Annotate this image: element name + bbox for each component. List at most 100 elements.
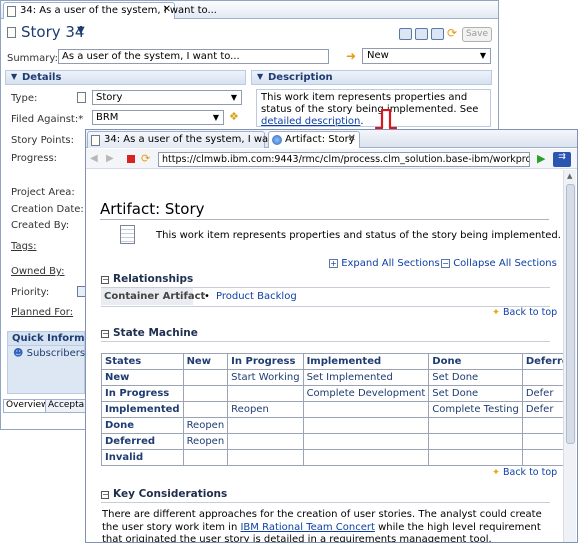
back-to-top-label: Back to top (503, 307, 558, 318)
artifact-page-content: Artifact: Story This work item represent… (86, 170, 563, 542)
key-considerations-title: Key Considerations (113, 488, 228, 500)
stop-icon[interactable] (127, 155, 135, 163)
empty-cell (182, 449, 229, 466)
collapse-toggle-icon[interactable]: − (101, 276, 109, 284)
column-header: States (101, 353, 184, 370)
back-arrow-icon[interactable]: ◀ (90, 153, 98, 164)
empty-cell (302, 433, 430, 450)
collapse-triangle-icon[interactable]: ▼ (11, 72, 17, 81)
collapse-icon: − (441, 259, 450, 268)
editor-tab-label: 34: As a user of the system, I want to..… (20, 5, 217, 16)
state-row-header: New (101, 369, 184, 386)
state-machine-header[interactable]: − State Machine (101, 327, 198, 339)
owned-by-label[interactable]: Owned By: (11, 266, 65, 277)
collapse-all-link[interactable]: − Collapse All Sections (441, 258, 557, 269)
empty-cell (227, 417, 304, 434)
table-header-row: States New In Progress Implemented Done Defer… (101, 353, 563, 370)
table-row: DeferredReopenReject (101, 433, 563, 450)
close-icon[interactable]: ✕ (163, 4, 171, 15)
refresh-icon[interactable]: ⟳ (447, 26, 457, 40)
empty-cell (227, 433, 304, 450)
creation-date-label: Creation Date: (11, 204, 84, 215)
tab-artifact-story[interactable]: Artifact: Story ✕ (268, 131, 360, 148)
empty-cell (428, 449, 523, 466)
editor-tab-story-34[interactable]: 34: As a user of the system, I want to..… (3, 2, 217, 19)
collapse-toggle-icon[interactable]: − (101, 491, 109, 499)
editor-tab-bar: 34: As a user of the system, I want to..… (1, 1, 498, 19)
empty-cell (227, 449, 304, 466)
chevron-down-icon[interactable]: ▼ (228, 92, 240, 104)
collapse-toggle-icon[interactable]: − (101, 330, 109, 338)
pin-icon: ✦ (492, 307, 500, 318)
collapse-triangle-icon[interactable]: ▼ (257, 72, 263, 81)
back-to-top-link[interactable]: ✦ Back to top (492, 467, 557, 478)
title-divider (100, 219, 549, 220)
refresh-icon[interactable]: ⟳ (141, 152, 150, 165)
subscribe-icon[interactable] (415, 28, 428, 40)
details-section-header[interactable]: ▼ Details (5, 70, 246, 85)
tab-artifact-label: Artifact: Story (285, 134, 355, 145)
forward-arrow-icon[interactable]: ▶ (106, 153, 114, 164)
relationships-header[interactable]: − Relationships (101, 273, 193, 285)
browser-toolbar: ◀ ▶ ⟳ https://clmwb.ibm.com:9443/rmc/clm… (86, 149, 577, 169)
state-select[interactable]: New ▼ (362, 48, 491, 64)
key-considerations-text: There are different approaches for the c… (102, 509, 554, 542)
chevron-down-icon[interactable]: ▼ (477, 50, 489, 62)
tab-work-item-34[interactable]: 34: As a user of the system, I want to..… (87, 131, 301, 148)
chevron-down-icon[interactable]: ▼ (77, 25, 85, 36)
priority-label: Priority: (11, 287, 50, 298)
state-row-header: Done (101, 417, 184, 434)
history-icon[interactable] (399, 28, 412, 40)
table-body: New Start WorkingSet ImplementedSet Done R… (101, 369, 563, 466)
table-row: ImplementedReopenComplete TestingDeferRe… (101, 401, 563, 418)
external-browser-icon[interactable]: ⇉ (553, 152, 571, 167)
column-header: New (182, 353, 229, 370)
key-considerations-header[interactable]: − Key Considerations (101, 488, 227, 500)
table-row: In Progress Complete Development Set Done D… (101, 385, 563, 402)
transition-cell: Set Done (428, 369, 523, 386)
transition-cell: Set Implemented (302, 369, 430, 386)
created-by-label: Created By: (11, 220, 70, 231)
detailed-description-link[interactable]: detailed description (261, 116, 360, 127)
category-icon[interactable]: ❖ (229, 110, 239, 123)
expand-all-link[interactable]: + Expand All Sections (329, 258, 440, 269)
empty-cell (302, 401, 430, 418)
state-machine-title: State Machine (113, 327, 198, 339)
state-transition-arrow-icon: ➜ (346, 49, 357, 63)
browser-tab-bar: 34: As a user of the system, I want to..… (86, 130, 577, 148)
rational-team-concert-link[interactable]: IBM Rational Team Concert (240, 522, 374, 533)
users-icon: ☻ (13, 348, 24, 359)
filed-against-select[interactable]: BRM ▼ (92, 110, 224, 125)
state-select-value: New (367, 50, 389, 61)
section-divider (101, 341, 550, 342)
scroll-up-icon[interactable]: ▲ (567, 172, 572, 180)
empty-cell (302, 449, 430, 466)
quick-information-header[interactable]: Quick Information (7, 331, 85, 346)
summary-input[interactable]: As a user of the system, I want to... (58, 49, 329, 64)
scrollbar-thumb[interactable] (566, 184, 575, 444)
transition-cell: Complete Development (302, 385, 430, 402)
attach-icon[interactable] (431, 28, 444, 40)
description-body: This work item represents properties and… (261, 92, 479, 115)
chevron-down-icon[interactable]: ▼ (210, 112, 222, 124)
vertical-scrollbar[interactable]: ▲ (563, 170, 576, 542)
column-header: Deferred (521, 353, 563, 370)
editor-bottom-tabs: Overview Acceptan (3, 399, 93, 413)
description-section-header[interactable]: ▼ Description (251, 70, 492, 85)
planned-for-label[interactable]: Planned For: (11, 307, 73, 318)
collapse-all-label: Collapse All Sections (453, 258, 557, 269)
empty-cell (227, 385, 304, 402)
empty-cell (521, 433, 563, 450)
story-points-label: Story Points: (11, 135, 75, 146)
go-icon[interactable]: ▶ (537, 152, 545, 165)
close-icon[interactable]: ✕ (348, 133, 356, 144)
tags-label[interactable]: Tags: (11, 241, 37, 252)
save-button[interactable]: Save (462, 27, 492, 42)
product-backlog-link[interactable]: Product Backlog (216, 291, 297, 302)
url-input[interactable]: https://clmwb.ibm.com:9443/rmc/clm/proce… (158, 152, 530, 167)
back-to-top-link[interactable]: ✦ Back to top (492, 307, 557, 318)
type-select[interactable]: Story ▼ (92, 90, 242, 105)
description-header-label: Description (268, 72, 333, 83)
project-area-label: Project Area: (11, 187, 75, 198)
table-row: Done Reopen (101, 417, 563, 434)
